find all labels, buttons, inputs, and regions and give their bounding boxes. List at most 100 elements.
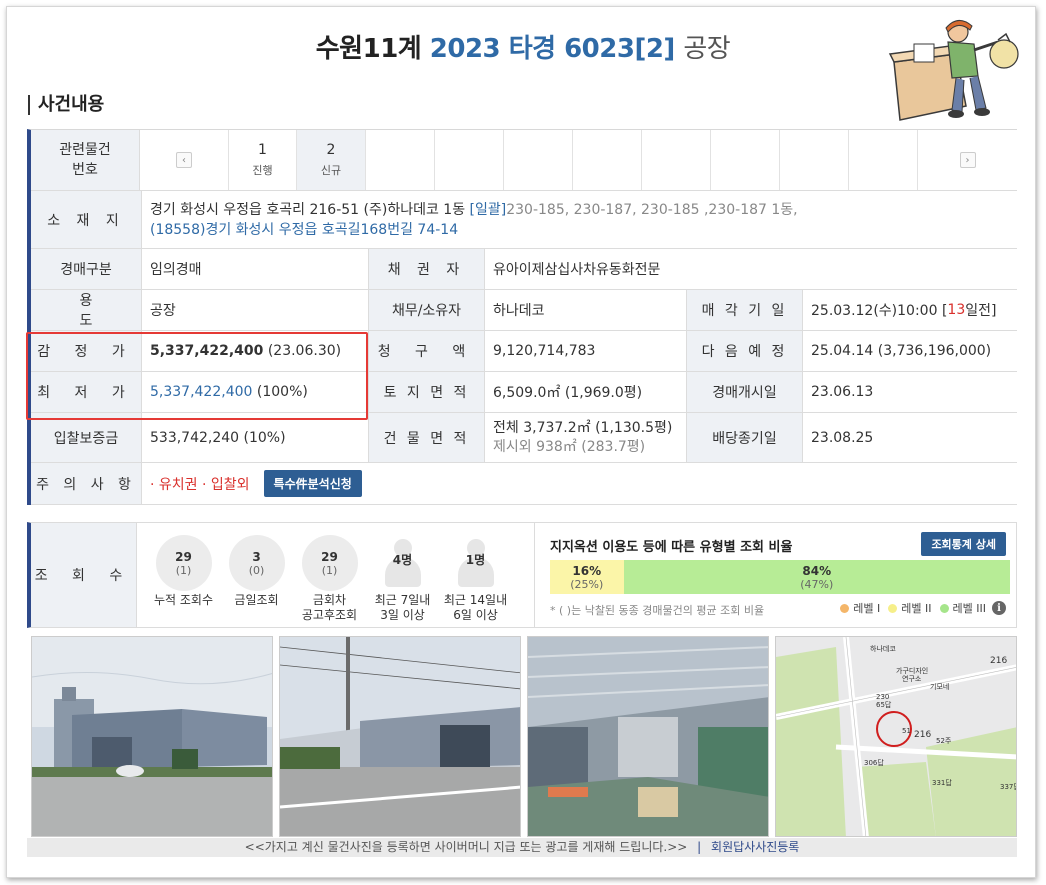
notes-row: 주 의 사 항 · 유치권 · 입찰외 특수件분석신청	[31, 463, 1017, 505]
map-label: 216	[990, 656, 1007, 666]
count-circle: 29 (1)	[301, 535, 358, 591]
creditor-value: 유아이제삼십사차유동화전문	[484, 249, 1017, 289]
photo-factory-interior[interactable]	[527, 636, 769, 837]
ratio-legend: 레벨 I 레벨 II 레벨 III i	[832, 600, 1006, 616]
level1-dot	[840, 603, 850, 613]
related-item-status: 신규	[320, 164, 342, 177]
photo-cadastral-map[interactable]: 하나데코 216 가구디자인 연구소 기모네 230 65답 51 216 30…	[775, 636, 1017, 837]
count-caption: 금일조회	[234, 593, 279, 607]
round-views: 29 (1) 금회차 공고후조회	[293, 535, 366, 623]
map-label: 331답	[932, 778, 952, 787]
sale-date-value: 25.03.12(수)10:00 [13 일전]	[802, 290, 1017, 330]
dividend-date-value: 23.08.25	[802, 413, 1017, 462]
level2-dot	[888, 603, 898, 613]
claim-value: 9,120,714,783	[484, 331, 686, 371]
notes-label: 주 의 사 항	[31, 463, 141, 504]
info-icon[interactable]: i	[992, 601, 1006, 615]
count-circle: 29 (1)	[155, 535, 212, 591]
related-item-empty	[435, 130, 504, 190]
count-circle: 3 (0)	[228, 535, 285, 591]
photo-gallery: 하나데코 216 가구디자인 연구소 기모네 230 65답 51 216 30…	[27, 636, 1017, 837]
today-views: 3 (0) 금일조회	[220, 535, 293, 608]
location-value: 경기 화성시 우정읍 호곡리 216-51 (주)하나데코 1동 [일괄]230…	[141, 191, 1017, 248]
ratio-bar: 16% (25%) 84% (47%)	[550, 560, 1010, 594]
related-items-row: 관련물건 번호 ‹ 1 진행 2 신규 ›	[31, 130, 1017, 191]
deposit-label: 입찰보증금	[31, 413, 141, 462]
appraisal-amount: 5,337,422,400	[150, 343, 264, 359]
related-item-no: 2	[326, 142, 336, 158]
prev-items-button[interactable]: ‹	[140, 130, 228, 190]
related-items-list: ‹ 1 진행 2 신규 ›	[139, 130, 1017, 190]
building-area-label: 건 물 면 적	[368, 413, 484, 462]
ratio-title: 지지옥션 이용도 등에 따른 유형별 조회 비율	[550, 540, 793, 555]
location-label: 소 재 지	[31, 191, 141, 248]
land-area-label: 토 지 면 적	[368, 372, 484, 412]
photo-factory-exterior-1[interactable]	[31, 636, 273, 837]
chevron-left-icon: ‹	[176, 152, 192, 168]
ratio-avg: (47%)	[800, 577, 834, 591]
ratio-note: * ( )는 낙찰된 동종 경매물건의 평균 조회 비율	[550, 604, 765, 617]
map-label: 65답	[876, 700, 892, 709]
chevron-right-icon: ›	[959, 152, 976, 168]
view-stats-panel: 조 회 수 29 (1) 누적 조회수 3 (0) 금일조회 29 (1) 금회…	[27, 522, 1017, 628]
related-item-2[interactable]: 2 신규	[297, 130, 366, 190]
owner-value: 하나데코	[484, 290, 686, 330]
related-item-empty	[573, 130, 642, 190]
map-label: 216	[914, 730, 931, 740]
ratio-pct: 16%	[572, 563, 602, 578]
recent-14day-visitors: 1명 최근 14일내 6일 이상	[439, 535, 512, 623]
person-icon: 4명	[375, 535, 431, 591]
deposit-value: 533,742,240 (10%)	[141, 413, 368, 462]
location-row: 소 재 지 경기 화성시 우정읍 호곡리 216-51 (주)하나데코 1동 […	[31, 191, 1017, 249]
photo-upload-notice: <<가지고 계신 물건사진을 등록하면 사이버머니 지급 또는 광고를 게재해 …	[244, 840, 688, 854]
related-item-empty	[504, 130, 573, 190]
member-photo-upload-link[interactable]: 회원답사사진등록	[711, 840, 799, 854]
ratio-segment-level2: 16% (25%)	[550, 560, 624, 594]
address-text: 경기 화성시 우정읍 호곡리 216-51 (주)하나데코 1동	[150, 201, 466, 218]
min-price-amount: 5,337,422,400	[150, 384, 253, 400]
next-items-button[interactable]: ›	[918, 130, 1017, 190]
visitor-caption: 최근 7일내 3일 이상	[374, 593, 431, 622]
map-label: 하나데코	[870, 644, 896, 653]
next-sale-value: 25.04.14 (3,736,196,000)	[802, 331, 1017, 371]
sale-date-label: 매 각 기 일	[686, 290, 802, 330]
sale-dday: 13	[947, 302, 966, 318]
appraisal-date: (23.06.30)	[267, 343, 342, 359]
photo-footer: <<가지고 계신 물건사진을 등록하면 사이버머니 지급 또는 광고를 게재해 …	[27, 838, 1017, 857]
bulk-list: 230-185, 230-187, 230-185 ,230-187 1동,	[506, 201, 798, 218]
min-price-row: 최 저 가 5,337,422,400 (100%) 토 지 면 적 6,509…	[31, 372, 1017, 413]
creditor-label: 채 권 자	[368, 249, 484, 289]
case-detail-table: 관련물건 번호 ‹ 1 진행 2 신규 › 소 재 지 경기 화성시 우정읍 호…	[27, 129, 1017, 505]
legend-level3: 레벨 III	[952, 602, 986, 615]
related-item-empty	[780, 130, 849, 190]
legend-level1: 레벨 I	[853, 602, 881, 615]
appraisal-row: 감 정 가 5,337,422,400 (23.06.30) 청 구 액 9,1…	[31, 331, 1017, 372]
related-item-no: 1	[258, 142, 267, 158]
special-analysis-button[interactable]: 특수件분석신청	[263, 470, 362, 497]
section-title: 사건내용	[28, 95, 104, 115]
dividend-date-label: 배당종기일	[686, 413, 802, 462]
start-date-label: 경매개시일	[686, 372, 802, 412]
property-kind: 공장	[683, 34, 731, 64]
map-label: 52주	[936, 737, 952, 745]
address-line: 경기 화성시 우정읍 호곡리 216-51 (주)하나데코 1동 [일괄]230…	[150, 200, 798, 220]
court-name: 수원11계	[315, 34, 422, 64]
start-date-value: 23.06.13	[802, 372, 1017, 412]
building-area-value: 전체 3,737.2㎡ (1,130.5평) 제시외 938㎡ (283.7평)	[484, 413, 686, 462]
view-stats-detail-button[interactable]: 조회통계 상세	[921, 532, 1006, 556]
related-label-line2: 번호	[72, 162, 98, 178]
bulk-tag[interactable]: [일괄]	[470, 202, 507, 218]
min-price-value: 5,337,422,400 (100%)	[141, 372, 368, 412]
photo-factory-exterior-2[interactable]	[279, 636, 521, 837]
view-count-bubbles: 29 (1) 누적 조회수 3 (0) 금일조회 29 (1) 금회차 공고후조…	[136, 523, 534, 627]
count-sub: (1)	[321, 563, 338, 577]
person-icon: 1명	[448, 535, 504, 591]
road-address: (18558)경기 화성시 우정읍 호곡길168번길 74-14	[150, 221, 459, 238]
sale-date: 25.03.12(수)10:00 [	[811, 303, 948, 319]
land-area-value: 6,509.0㎡ (1,969.0평)	[484, 372, 686, 412]
appraisal-label: 감 정 가	[31, 331, 141, 371]
building-total: 전체 3,737.2㎡ (1,130.5평)	[493, 419, 673, 436]
view-stats-label: 조 회 수	[31, 523, 136, 627]
notes-text: · 유치권 · 입찰외	[150, 476, 250, 493]
related-item-1[interactable]: 1 진행	[228, 130, 297, 190]
